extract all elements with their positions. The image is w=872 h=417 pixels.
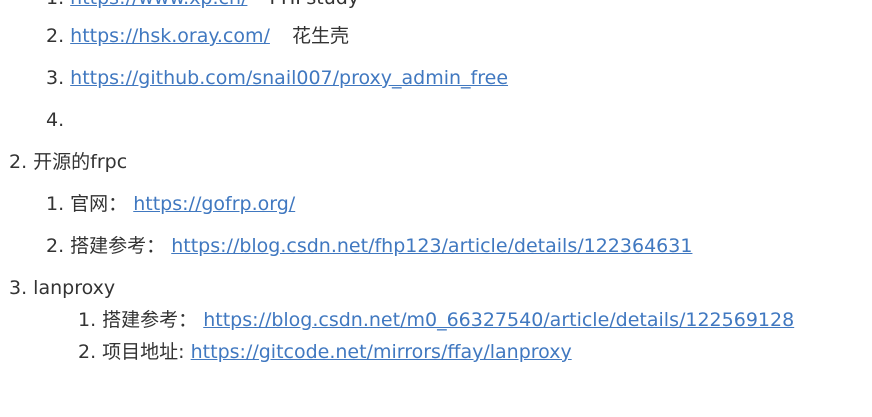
list-number: 1. — [46, 193, 71, 215]
list-number: 2. — [78, 341, 103, 363]
list-number: 2. — [9, 151, 34, 173]
list-number: 3. — [9, 277, 34, 299]
list-number: 1. — [46, 0, 70, 9]
list-item-label: 搭建参考： — [102, 309, 198, 331]
list-item: 1. 官网： https://gofrp.org/ — [46, 192, 295, 216]
link-csdn-fhp123[interactable]: https://blog.csdn.net/fhp123/article/det… — [171, 235, 692, 257]
link-gofrp[interactable]: https://gofrp.org/ — [133, 193, 295, 215]
list-number: 2. — [46, 25, 71, 47]
list-number: 3. — [46, 67, 71, 89]
section-heading: 2. 开源的frpc — [9, 150, 127, 174]
list-item: 3. https://github.com/snail007/proxy_adm… — [46, 66, 508, 90]
list-number: 4. — [46, 109, 65, 131]
link-csdn-m0[interactable]: https://blog.csdn.net/m0_66327540/articl… — [203, 309, 794, 331]
list-item: 1. https://www.xp.cn/ PHPstudy — [46, 0, 359, 10]
list-item-label: 项目地址: — [102, 341, 185, 363]
link-phpstudy[interactable]: https://www.xp.cn/ — [70, 0, 247, 9]
list-item: 1. 搭建参考： https://blog.csdn.net/m0_663275… — [78, 308, 794, 332]
link-gitcode-lanproxy[interactable]: https://gitcode.net/mirrors/ffay/lanprox… — [191, 341, 572, 363]
list-item: 2. 项目地址: https://gitcode.net/mirrors/ffa… — [78, 340, 572, 364]
list-item: 2. https://hsk.oray.com/ 花生壳 — [46, 24, 349, 48]
list-item-label: 官网： — [70, 193, 128, 215]
list-item: 2. 搭建参考： https://blog.csdn.net/fhp123/ar… — [46, 234, 692, 258]
link-oray[interactable]: https://hsk.oray.com/ — [70, 25, 270, 47]
list-number: 1. — [78, 309, 103, 331]
list-item-label: 搭建参考： — [70, 235, 166, 257]
list-item: 4. — [46, 108, 64, 132]
section-title: lanproxy — [33, 277, 116, 299]
section-title: 开源的frpc — [33, 151, 128, 173]
list-item-text: 花生壳 — [292, 25, 350, 47]
list-number: 2. — [46, 235, 71, 257]
link-github-proxy-admin[interactable]: https://github.com/snail007/proxy_admin_… — [70, 67, 508, 89]
list-item-text: PHPstudy — [270, 0, 360, 9]
section-heading: 3. lanproxy — [9, 276, 115, 300]
